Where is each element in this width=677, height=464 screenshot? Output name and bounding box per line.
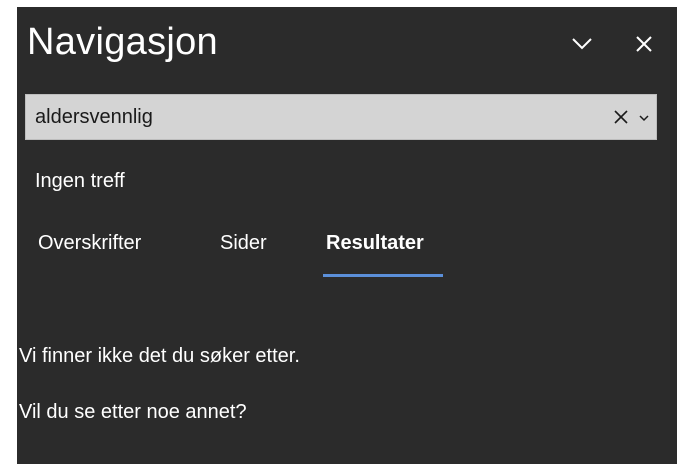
pane-close-button[interactable] xyxy=(627,27,661,61)
pane-options-button[interactable] xyxy=(565,27,599,61)
no-results-message: Vi finner ikke det du søker etter. xyxy=(19,345,300,367)
chevron-down-icon xyxy=(572,38,592,50)
tab-bar: Overskrifter Sider Resultater xyxy=(17,229,677,279)
tab-headings[interactable]: Overskrifter xyxy=(38,229,141,257)
selected-tab-indicator xyxy=(323,274,443,277)
search-options-button[interactable] xyxy=(636,108,652,128)
pane-title: Navigasjon xyxy=(27,21,218,63)
close-icon xyxy=(636,36,652,52)
tab-results[interactable]: Resultater xyxy=(326,229,424,257)
close-icon xyxy=(614,110,628,124)
search-status: Ingen treff xyxy=(35,170,125,192)
search-input[interactable] xyxy=(26,95,596,139)
chevron-down-icon xyxy=(639,115,649,122)
tab-pages[interactable]: Sider xyxy=(220,229,267,257)
search-box xyxy=(25,94,657,140)
navigation-pane: Navigasjon Ingen treff Overskrifter Side… xyxy=(17,7,677,464)
search-again-prompt: Vil du se etter noe annet? xyxy=(19,401,247,423)
search-clear-button[interactable] xyxy=(610,106,632,128)
